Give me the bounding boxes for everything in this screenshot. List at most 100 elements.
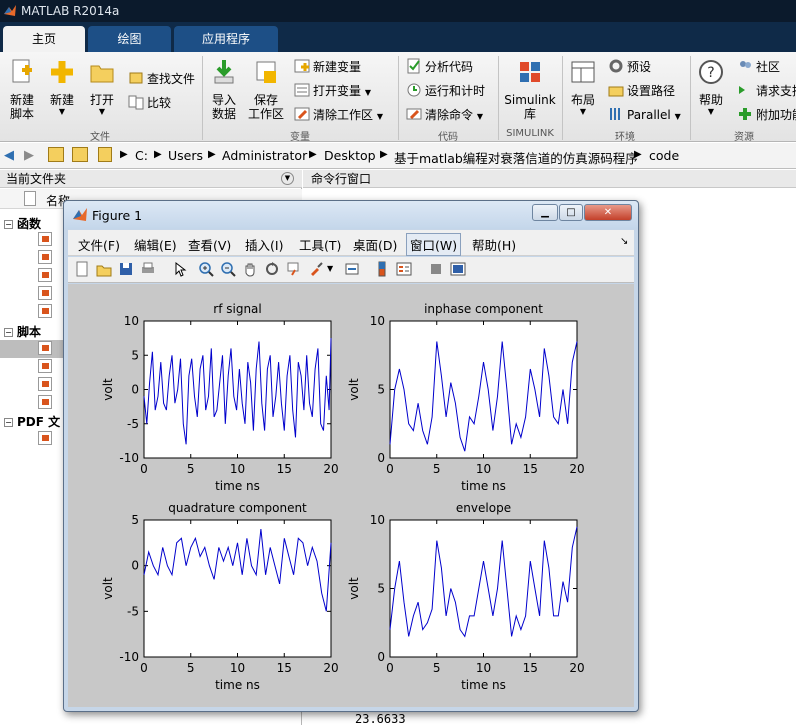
request-support-button[interactable]: 请求支持 [737, 82, 796, 99]
maximize-button[interactable]: □ [559, 204, 583, 221]
set-path-button[interactable]: 设置路径 [608, 82, 675, 99]
new-variable-button[interactable]: 新建变量 [294, 58, 361, 75]
menu-window[interactable]: 窗口(W) [406, 233, 462, 256]
hide-plot-tools-icon[interactable] [428, 261, 444, 277]
collapse-icon[interactable]: − [4, 328, 13, 337]
clear-workspace-button[interactable]: 清除工作区 ▼ [294, 106, 383, 125]
x-tick-label: 0 [386, 462, 394, 476]
brush-dropdown-icon[interactable]: ▼ [327, 264, 333, 273]
figure-window[interactable]: Figure 1 ▁ □ ✕ 文件(F) 编辑(E) 查看(V) 插入(I) 工… [63, 200, 639, 712]
open-variable-button[interactable]: 打开变量 ▼ [294, 82, 371, 101]
menu-help[interactable]: 帮助(H) [472, 235, 516, 254]
breadcrumb-part[interactable]: 基于matlab编程对衰落信道的仿真源码程序 [394, 148, 638, 167]
menu-view[interactable]: 查看(V) [188, 235, 231, 254]
rotate-3d-icon[interactable] [264, 261, 280, 277]
file-item-icon[interactable] [38, 395, 52, 409]
menu-edit[interactable]: 编辑(E) [134, 235, 177, 254]
x-tick-label: 5 [433, 661, 441, 675]
subplot-grid[interactable]: 0 5 10 15 20 -10 -5 0 5 10 rf signal time ns volt 0 5 1… [68, 284, 634, 707]
zoom-out-icon[interactable] [220, 261, 236, 277]
x-tick-label: 10 [230, 462, 245, 476]
menu-dock-arrow-icon[interactable]: ↘ [620, 236, 628, 247]
insert-legend-icon[interactable] [396, 261, 412, 277]
new-plus-icon [51, 61, 73, 83]
menu-tools[interactable]: 工具(T) [299, 235, 341, 254]
find-files-button[interactable]: 查找文件 [128, 70, 195, 87]
y-axis-label: volt [101, 378, 115, 401]
file-item-icon[interactable] [38, 268, 52, 282]
link-plot-icon[interactable] [344, 261, 360, 277]
collapse-icon[interactable]: − [4, 418, 13, 427]
current-folder-header: 当前文件夹 ▼ [0, 170, 302, 188]
file-item-icon[interactable] [38, 286, 52, 300]
parallel-button[interactable]: Parallel ▼ [608, 106, 681, 125]
up-folder-icon[interactable] [48, 147, 64, 162]
y-tick-label: 0 [131, 383, 139, 397]
import-data-button[interactable]: 导入 数据 [206, 58, 242, 121]
breadcrumb-part[interactable]: Desktop [324, 148, 376, 163]
help-icon: ? [699, 60, 723, 84]
breadcrumb-part[interactable]: Users [168, 148, 203, 163]
pan-hand-icon[interactable] [242, 261, 258, 277]
back-arrow-icon[interactable]: ◀ [4, 148, 14, 163]
forward-arrow-icon[interactable]: ▶ [24, 148, 34, 163]
community-button[interactable]: 社区 [737, 58, 780, 75]
print-figure-icon[interactable] [140, 261, 156, 277]
file-item-icon[interactable] [38, 359, 52, 373]
file-item-icon[interactable] [38, 377, 52, 391]
new-button[interactable]: 新建 ▼ [46, 58, 78, 117]
section-scripts[interactable]: − 脚本 [4, 323, 41, 340]
addons-button[interactable]: 附加功能 [737, 106, 796, 123]
layout-button[interactable]: 布局 ▼ [566, 58, 600, 117]
analyze-code-button[interactable]: 分析代码 [406, 58, 473, 75]
file-item-icon[interactable] [38, 232, 52, 246]
new-figure-icon[interactable] [74, 261, 90, 277]
tab-home[interactable]: 主页 [3, 26, 85, 52]
breadcrumb-part[interactable]: code [649, 148, 679, 163]
open-file-icon[interactable] [96, 261, 112, 277]
compare-button[interactable]: 比较 [128, 94, 171, 111]
plot-area [389, 519, 578, 658]
breadcrumb-part[interactable]: Administrator [222, 148, 307, 163]
show-plot-tools-icon[interactable] [450, 261, 466, 277]
file-item-icon[interactable] [38, 341, 52, 355]
save-workspace-button[interactable]: 保存 工作区 [246, 58, 286, 121]
help-button[interactable]: ? 帮助 ▼ [695, 58, 727, 117]
close-button[interactable]: ✕ [584, 204, 632, 221]
open-button[interactable]: 打开 ▼ [86, 58, 118, 117]
preferences-button[interactable]: 预设 [608, 58, 651, 75]
insert-colorbar-icon[interactable] [374, 261, 390, 277]
y-tick-label: 10 [124, 314, 139, 328]
minimize-button[interactable]: ▁ [532, 204, 558, 221]
save-figure-icon[interactable] [118, 261, 134, 277]
clear-commands-icon [406, 108, 422, 120]
breadcrumb-separator: ▶ [309, 149, 317, 160]
file-item-icon[interactable] [38, 304, 52, 318]
simulink-library-button[interactable]: Simulink 库 [503, 58, 557, 121]
figure-title-bar[interactable]: Figure 1 ▁ □ ✕ [64, 201, 638, 229]
menu-insert[interactable]: 插入(I) [245, 235, 283, 254]
menu-desktop[interactable]: 桌面(D) [353, 235, 397, 254]
section-pdf[interactable]: − PDF 文 [4, 413, 60, 430]
addons-plus-icon [739, 108, 751, 120]
new-script-button[interactable]: 新建 脚本 [4, 58, 40, 121]
zoom-in-icon[interactable] [198, 261, 214, 277]
data-cursor-icon[interactable] [286, 261, 302, 277]
browse-folder-icon[interactable] [72, 147, 88, 162]
brush-icon[interactable] [308, 261, 324, 277]
section-functions[interactable]: − 函数 [4, 215, 41, 232]
panel-options-icon[interactable]: ▼ [281, 172, 294, 185]
y-tick-label: 0 [377, 650, 385, 664]
tab-plots[interactable]: 绘图 [88, 26, 171, 52]
tab-apps[interactable]: 应用程序 [174, 26, 278, 52]
edit-plot-cursor-icon[interactable] [172, 261, 188, 277]
selected-row-highlight[interactable] [0, 340, 70, 358]
file-item-icon[interactable] [38, 250, 52, 264]
breadcrumb-part[interactable]: C: [135, 148, 148, 163]
pdf-file-icon[interactable] [38, 431, 52, 445]
run-and-time-button[interactable]: 运行和计时 [406, 82, 485, 99]
clear-commands-button[interactable]: 清除命令 ▼ [406, 106, 483, 125]
clear-workspace-icon [294, 107, 310, 121]
collapse-icon[interactable]: − [4, 220, 13, 229]
menu-file[interactable]: 文件(F) [78, 235, 120, 254]
